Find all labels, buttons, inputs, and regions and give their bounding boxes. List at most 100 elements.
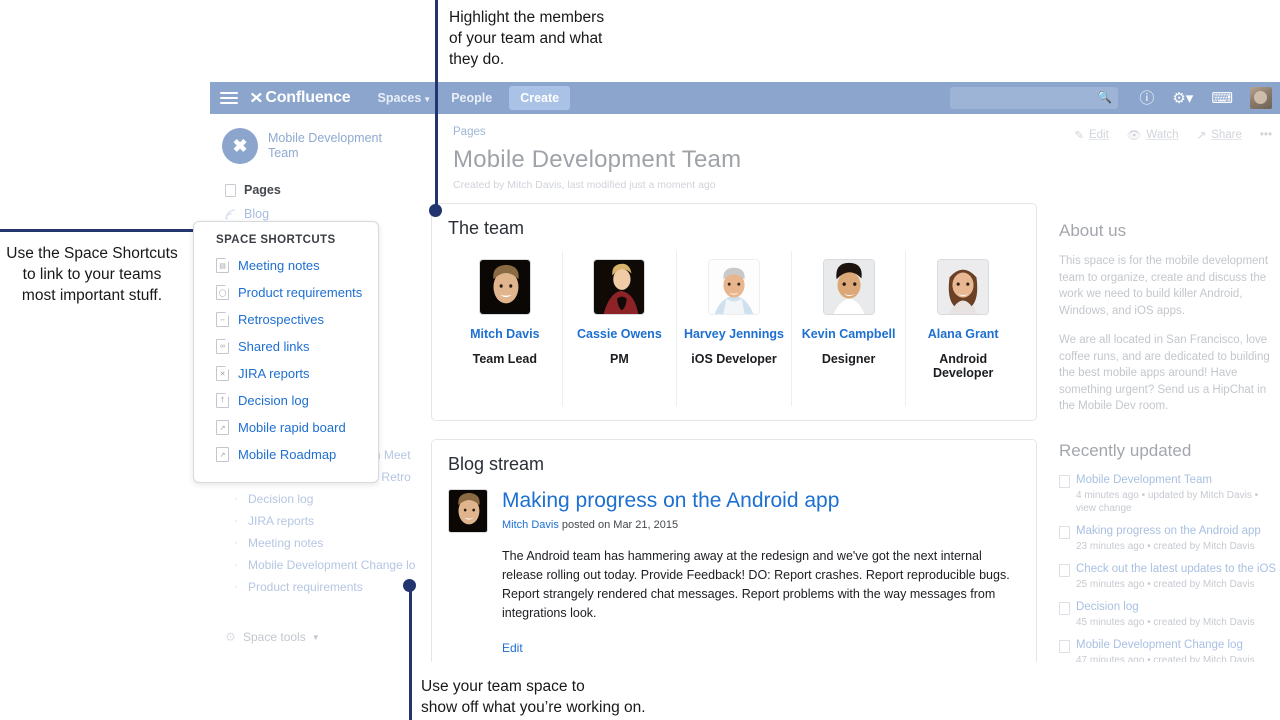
team-member: Cassie Owens PM	[563, 251, 678, 406]
page-content: Pages Mobile Development Team Created by…	[417, 114, 1280, 662]
search-input[interactable]: 🔍	[950, 87, 1119, 109]
recently-updated-item: Decision log 45 minutes ago • created by…	[1059, 600, 1273, 629]
help-icon[interactable]: ⓘ	[1139, 91, 1154, 106]
tree-item-label: Product requirements	[248, 580, 363, 594]
team-callout-dot	[429, 204, 442, 217]
sidebar-item-pages-label: Pages	[244, 183, 281, 197]
tree-bullet-icon: ·	[234, 515, 238, 527]
blog-post-body: The Android team has hammering away at t…	[502, 549, 1010, 620]
shortcut-jira-reports[interactable]: ✕ JIRA reports	[194, 360, 378, 387]
external-link-icon: ↗	[216, 420, 229, 435]
blog-stream-card: Blog stream Making progress on the Andro…	[431, 439, 1037, 662]
space-header[interactable]: ✖ Mobile Development Team	[210, 128, 417, 164]
more-icon: •••	[1259, 129, 1272, 141]
sidebar-item-blog-label: Blog	[244, 207, 270, 221]
team-callout-bar	[435, 5, 437, 71]
team-card: The team Mitch Davis Team Lead Cassie Ow…	[431, 203, 1037, 421]
team-member-name[interactable]: Cassie Owens	[565, 327, 675, 341]
shortcuts-callout-connector	[0, 229, 210, 232]
recently-updated-link[interactable]: Mobile Development Change log	[1076, 638, 1255, 652]
photo-cassie	[593, 259, 646, 315]
recently-updated-link[interactable]: Decision log	[1076, 600, 1255, 614]
tree-item[interactable]: · JIRA reports	[210, 510, 417, 532]
recently-updated-item: Check out the latest updates to the iOS …	[1059, 562, 1280, 591]
confluence-logo[interactable]: ✕ Confluence	[249, 89, 351, 107]
blog-post-edit-link[interactable]: Edit	[502, 641, 1020, 655]
tree-item[interactable]: · Meeting notes	[210, 532, 417, 554]
team-member-role: PM	[610, 352, 629, 366]
shortcut-label: Decision log	[238, 393, 309, 408]
tree-bullet-icon: ·	[234, 537, 238, 549]
hamburger-menu-icon[interactable]	[220, 89, 238, 107]
edit-button[interactable]: ✎ Edit	[1074, 128, 1108, 142]
notifications-inbox-icon[interactable]: ⌨	[1211, 91, 1233, 106]
shortcut-meeting-notes[interactable]: ▤ Meeting notes	[194, 252, 378, 279]
chevron-down-icon: ▼	[311, 632, 320, 642]
tree-bullet-icon: ·	[234, 559, 238, 571]
blog-callout-dot	[403, 579, 416, 592]
team-card-heading: The team	[448, 218, 525, 238]
shortcut-mobile-rapid-board[interactable]: ↗ Mobile rapid board	[194, 414, 378, 441]
gear-icon: ⚙	[225, 630, 236, 644]
recently-updated-link[interactable]: Mobile Development Team	[1076, 473, 1273, 487]
space-name-label: Mobile Development Team	[268, 131, 382, 160]
pencil-icon: ✎	[1074, 130, 1084, 142]
shortcut-shared-links[interactable]: ∞ Shared links	[194, 333, 378, 360]
tree-bullet-icon: ·	[234, 493, 238, 505]
page-icon: ∞	[216, 339, 229, 354]
shortcut-product-requirements[interactable]: ◯ Product requirements	[194, 279, 378, 306]
edit-label: Edit	[1088, 129, 1109, 141]
page-icon: ◯	[216, 285, 229, 300]
recently-updated-sub: 45 minutes ago • created by Mitch Davis	[1076, 616, 1255, 628]
blog-rss-icon	[224, 208, 237, 221]
shortcut-label: Mobile Roadmap	[238, 447, 337, 462]
blog-callout-bar	[409, 673, 411, 718]
team-member: Mitch Davis Team Lead	[448, 251, 563, 406]
tree-item[interactable]: · Decision log	[210, 488, 417, 510]
recently-updated-link[interactable]: Making progress on the Android app	[1076, 524, 1261, 538]
recently-updated-item: Mobile Development Change log 47 minutes…	[1059, 638, 1273, 662]
watch-label: Watch	[1146, 129, 1179, 141]
blog-post-author[interactable]: Mitch Davis	[502, 519, 559, 531]
share-button[interactable]: ↗ Share	[1197, 128, 1242, 142]
nav-people-label: People	[451, 91, 493, 105]
shortcut-mobile-roadmap[interactable]: ↗ Mobile Roadmap	[194, 441, 378, 468]
page-title: Mobile Development Team	[453, 146, 742, 173]
tree-item[interactable]: · Product requirements	[210, 576, 417, 598]
watch-button[interactable]: 👁 Watch	[1127, 128, 1179, 142]
profile-avatar[interactable]	[1250, 87, 1272, 109]
blog-post-meta: Mitch Davis posted on Mar 21, 2015	[502, 519, 1020, 531]
team-member-role: Android Developer	[932, 352, 994, 380]
tree-item-label: Mobile Development Change lo	[248, 558, 416, 572]
blog-post: Making progress on the Android app Mitch…	[448, 487, 1020, 655]
sidebar-item-pages[interactable]: Pages	[210, 178, 417, 202]
team-member-name[interactable]: Mitch Davis	[450, 327, 560, 341]
recently-updated-sub: 4 minutes ago • updated by Mitch Davis •…	[1076, 489, 1259, 514]
shortcut-label: Meeting notes	[238, 258, 320, 273]
tree-item[interactable]: · Mobile Development Change lo	[210, 554, 417, 576]
right-sidebar: About us This space is for the mobile de…	[1037, 203, 1280, 662]
team-member-name[interactable]: Alana Grant	[908, 327, 1018, 341]
create-button[interactable]: Create	[509, 86, 571, 110]
photo-mitch	[478, 259, 531, 315]
nav-people[interactable]: People	[442, 86, 501, 110]
recently-updated-item: Mobile Development Team 4 minutes ago • …	[1059, 473, 1273, 515]
space-shortcuts-title: SPACE SHORTCUTS	[216, 234, 336, 246]
recently-updated-link[interactable]: Check out the latest updates to the iOS …	[1076, 562, 1280, 576]
nav-spaces[interactable]: Spaces ▼	[369, 86, 441, 110]
shortcut-decision-log[interactable]: † Decision log	[194, 387, 378, 414]
tree-item-label: JIRA reports	[248, 514, 315, 528]
blog-card-heading: Blog stream	[448, 454, 545, 474]
team-member-name[interactable]: Kevin Campbell	[794, 327, 904, 341]
tree-item-label: Meeting notes	[248, 536, 324, 550]
page-icon: ↔	[216, 312, 229, 327]
team-member-name[interactable]: Harvey Jennings	[679, 327, 789, 341]
more-actions-button[interactable]: •••	[1260, 129, 1272, 141]
shortcut-retrospectives[interactable]: ↔ Retrospectives	[194, 306, 378, 333]
nav-spaces-label: Spaces	[377, 91, 422, 105]
page-header: Pages Mobile Development Team Created by…	[417, 126, 1280, 191]
settings-gear-icon[interactable]: ⚙▾	[1172, 91, 1193, 106]
space-tools-button[interactable]: ⚙ Space tools ▼	[210, 624, 417, 650]
blog-post-title[interactable]: Making progress on the Android app	[502, 489, 1020, 513]
team-member-role: Team Lead	[472, 352, 537, 366]
